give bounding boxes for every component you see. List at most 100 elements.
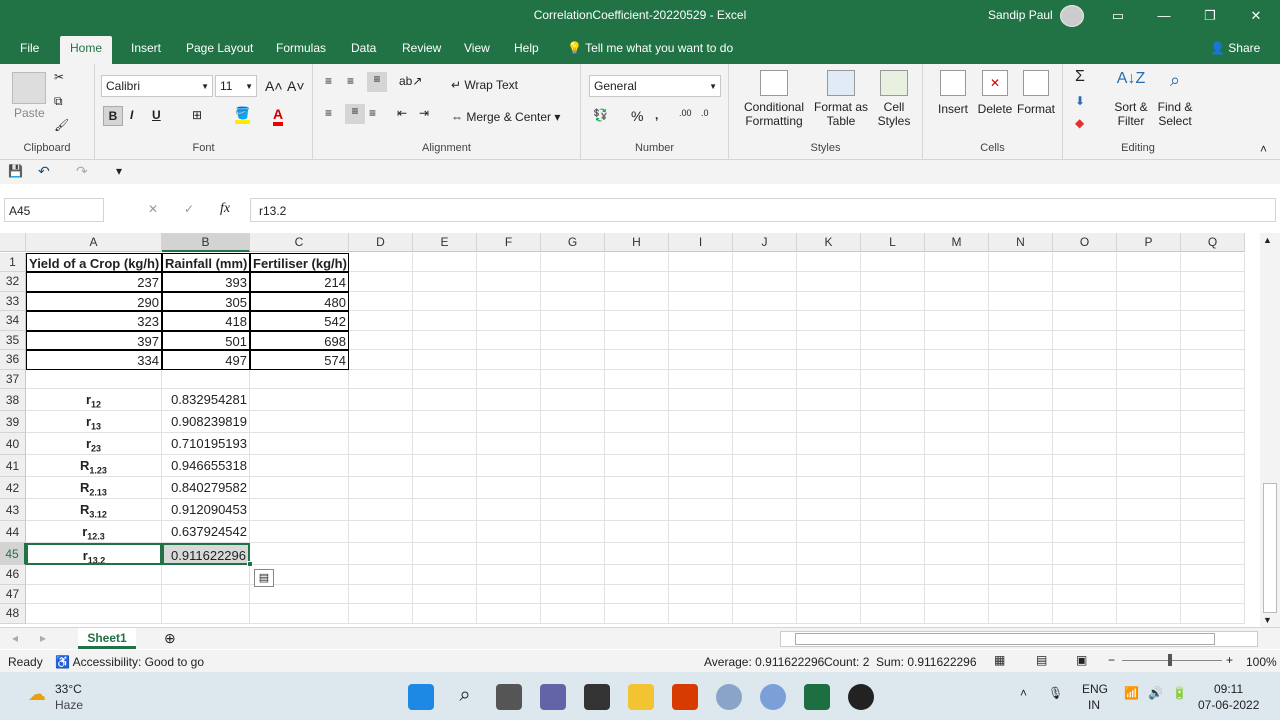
clear-icon[interactable]: ◆ xyxy=(1075,116,1084,130)
paste-button[interactable]: Paste xyxy=(14,106,45,120)
cell[interactable] xyxy=(1181,350,1245,370)
cell[interactable] xyxy=(349,543,413,565)
row-header[interactable]: 38 xyxy=(0,389,26,411)
cell-c47[interactable] xyxy=(250,584,349,604)
cell[interactable] xyxy=(669,565,733,585)
number-format-select[interactable]: General ▼ xyxy=(589,75,721,97)
cell[interactable] xyxy=(605,477,669,499)
language-top[interactable]: ENG xyxy=(1082,682,1108,696)
cell[interactable] xyxy=(861,291,925,311)
cell[interactable] xyxy=(413,543,477,565)
cell-b1[interactable]: Rainfall (mm) xyxy=(162,253,250,272)
cell[interactable] xyxy=(1117,433,1181,455)
cell[interactable] xyxy=(349,604,413,624)
worksheet-grid[interactable]: A B C D E F G H I J K L M N O P Q 1 Yield of a Crop (kg/h)… xyxy=(0,233,1260,625)
cell[interactable] xyxy=(1117,604,1181,624)
cell[interactable] xyxy=(605,389,669,411)
cell[interactable] xyxy=(989,411,1053,433)
row-header[interactable]: 1 xyxy=(0,253,26,272)
cell[interactable] xyxy=(733,253,797,272)
cell-c42[interactable] xyxy=(250,477,349,499)
cell[interactable] xyxy=(925,604,989,624)
cell-c32[interactable]: 214 xyxy=(250,272,349,292)
cell[interactable] xyxy=(1181,477,1245,499)
zoom-slider[interactable] xyxy=(1122,654,1222,666)
cell[interactable] xyxy=(861,565,925,585)
cell-a36[interactable]: 334 xyxy=(26,350,162,370)
column-header-d[interactable]: D xyxy=(349,233,413,252)
tab-help[interactable]: Help xyxy=(514,41,539,55)
cell[interactable] xyxy=(605,330,669,350)
cell[interactable] xyxy=(477,584,541,604)
cell-b34[interactable]: 418 xyxy=(162,311,250,331)
cell-a42[interactable]: R2.13 xyxy=(26,477,162,499)
cell[interactable] xyxy=(989,311,1053,331)
cell[interactable] xyxy=(1117,543,1181,565)
increase-decimal-icon[interactable]: .00 xyxy=(679,108,692,118)
cell-c40[interactable] xyxy=(250,433,349,455)
cell-c33[interactable]: 480 xyxy=(250,291,349,311)
cell[interactable] xyxy=(1053,350,1117,370)
row-header[interactable]: 36 xyxy=(0,350,26,370)
cell[interactable] xyxy=(925,565,989,585)
clock-date[interactable]: 07-06-2022 xyxy=(1198,698,1259,712)
cell[interactable] xyxy=(477,565,541,585)
cell[interactable] xyxy=(541,521,605,543)
cell[interactable] xyxy=(861,272,925,292)
scroll-up-icon[interactable]: ▲ xyxy=(1263,235,1272,245)
cell[interactable] xyxy=(797,565,861,585)
horizontal-scrollbar[interactable] xyxy=(780,631,1258,647)
cell[interactable] xyxy=(349,477,413,499)
page-layout-view-icon[interactable]: ▤ xyxy=(1036,653,1047,667)
wrap-text-button[interactable]: ↵ Wrap Text xyxy=(451,78,518,92)
cell[interactable] xyxy=(1053,565,1117,585)
cell[interactable] xyxy=(413,272,477,292)
cell[interactable] xyxy=(989,389,1053,411)
cell[interactable] xyxy=(1117,565,1181,585)
cell[interactable] xyxy=(1053,291,1117,311)
cell[interactable] xyxy=(861,543,925,565)
cell[interactable] xyxy=(669,455,733,477)
cell-b35[interactable]: 501 xyxy=(162,330,250,350)
percent-icon[interactable]: % xyxy=(631,108,643,124)
decrease-indent-icon[interactable]: ⇤ xyxy=(397,106,407,120)
cell-b37[interactable] xyxy=(162,369,250,389)
cell[interactable] xyxy=(1117,455,1181,477)
column-header-p[interactable]: P xyxy=(1117,233,1181,252)
cell[interactable] xyxy=(605,311,669,331)
cell[interactable] xyxy=(605,455,669,477)
cell[interactable] xyxy=(989,369,1053,389)
cell-a35[interactable]: 397 xyxy=(26,330,162,350)
cell[interactable] xyxy=(1117,311,1181,331)
cell-a38[interactable]: r12 xyxy=(26,389,162,411)
cell[interactable] xyxy=(541,253,605,272)
cell[interactable] xyxy=(477,389,541,411)
cell[interactable] xyxy=(477,350,541,370)
share-button[interactable]: 👤 Share xyxy=(1210,41,1260,55)
cell[interactable] xyxy=(413,311,477,331)
cell[interactable] xyxy=(1117,350,1181,370)
cell-c34[interactable]: 542 xyxy=(250,311,349,331)
paste-icon[interactable] xyxy=(12,72,46,104)
merge-center-button[interactable]: ⇔ Merge & Center ▾ xyxy=(451,110,560,124)
cell[interactable] xyxy=(349,369,413,389)
column-header-b[interactable]: B xyxy=(162,233,250,252)
cell-a1[interactable]: Yield of a Crop (kg/h) xyxy=(26,253,162,272)
cell-c36[interactable]: 574 xyxy=(250,350,349,370)
decrease-font-icon[interactable]: A˅ xyxy=(287,78,305,94)
cell-c43[interactable] xyxy=(250,499,349,521)
cell[interactable] xyxy=(1181,272,1245,292)
cell[interactable] xyxy=(605,433,669,455)
cell[interactable] xyxy=(669,330,733,350)
cell[interactable] xyxy=(989,477,1053,499)
bold-button[interactable]: B xyxy=(103,106,123,126)
cell[interactable] xyxy=(413,389,477,411)
column-header-f[interactable]: F xyxy=(477,233,541,252)
cell[interactable] xyxy=(669,369,733,389)
customize-qat-icon[interactable]: ▾ xyxy=(116,164,122,178)
cell[interactable] xyxy=(477,369,541,389)
normal-view-icon[interactable]: ▦ xyxy=(994,653,1005,667)
comma-icon[interactable]: , xyxy=(655,108,658,122)
cell[interactable] xyxy=(797,330,861,350)
column-header-j[interactable]: J xyxy=(733,233,797,252)
